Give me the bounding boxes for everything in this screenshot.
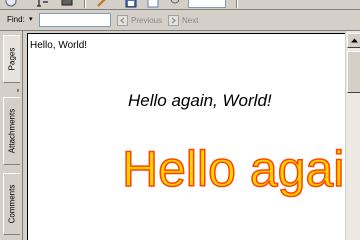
pdf-page: Hello, World! Hello again, World! Hello …	[27, 33, 346, 240]
document-view[interactable]: Hello, World! Hello again, World! Hello …	[22, 31, 360, 240]
find-options-dropdown[interactable]: ▾	[29, 15, 33, 23]
next-arrow-icon	[168, 14, 179, 26]
find-next-button[interactable]: Next	[168, 13, 198, 27]
navigation-tabs: Pages Attachments Comments	[0, 31, 22, 240]
find-previous-label: Previous	[131, 15, 163, 25]
scroll-up-button[interactable]	[347, 33, 360, 48]
find-bar: Find: ▾ Previous Next	[0, 10, 360, 31]
page-text-line-2: Hello again, World!	[128, 91, 272, 110]
select-text-icon[interactable]	[36, 0, 52, 8]
page-text-line-1: Hello, World!	[30, 40, 88, 51]
toolbar-separator	[236, 0, 238, 8]
previous-arrow-icon	[117, 14, 128, 26]
scrollbar-thumb[interactable]	[347, 51, 360, 93]
zoom-out-icon[interactable]	[168, 0, 184, 8]
tab-comments[interactable]: Comments	[3, 173, 20, 235]
pdf-viewer-window: Find: ▾ Previous Next Pages Attachments	[0, 0, 360, 240]
toolbar-separator	[84, 0, 86, 8]
zoom-field[interactable]	[188, 0, 226, 8]
tab-attachments-label: Attachments	[7, 108, 17, 154]
find-next-label: Next	[182, 15, 199, 25]
pencil-icon[interactable]	[96, 0, 112, 8]
page-icon[interactable]	[146, 0, 162, 8]
tab-comments-label: Comments	[7, 184, 17, 224]
find-label: Find:	[7, 15, 25, 24]
tab-pages[interactable]: Pages	[3, 35, 20, 83]
vertical-scrollbar[interactable]	[345, 31, 360, 240]
page-text-line-3: Hello again, World!	[121, 140, 346, 198]
arrow-up-icon	[351, 38, 358, 43]
splitter-grip[interactable]	[17, 89, 19, 92]
snapshot-icon[interactable]	[60, 0, 76, 8]
main-toolbar	[0, 0, 360, 10]
save-icon[interactable]	[124, 0, 140, 8]
hand-tool-icon[interactable]	[4, 0, 20, 8]
tab-attachments[interactable]: Attachments	[3, 97, 20, 165]
find-input[interactable]	[39, 13, 111, 27]
find-previous-button[interactable]: Previous	[117, 13, 162, 27]
tab-pages-label: Pages	[7, 47, 17, 71]
